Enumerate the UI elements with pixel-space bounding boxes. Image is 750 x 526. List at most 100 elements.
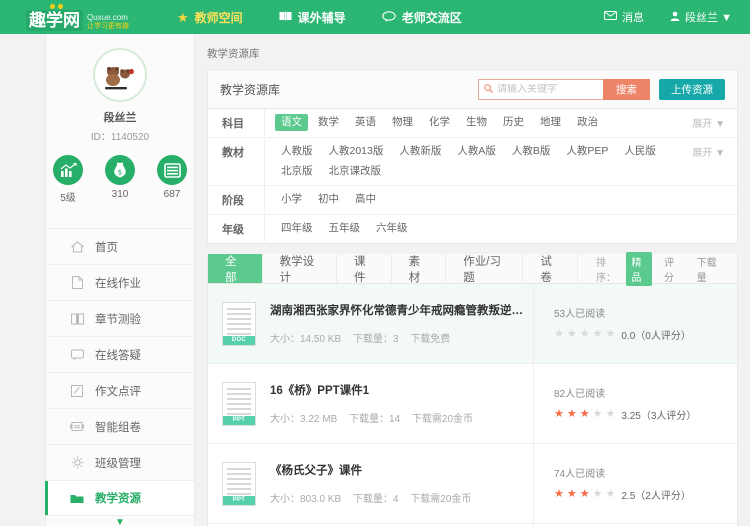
filter-option[interactable]: 人教A版	[451, 143, 502, 160]
resource-title[interactable]: 《杨氏父子》课件	[270, 462, 533, 478]
top-bar: 趣学网 Quxue.com 让学习更有趣 ★ 教师空间 课外辅导 老师交流区 消…	[0, 0, 750, 34]
site-logo[interactable]: 趣学网 Quxue.com 让学习更有趣	[26, 0, 129, 34]
sort-option-rating[interactable]: 评分	[659, 252, 685, 286]
sidebar-item-chapter-quiz[interactable]: 章节测验	[46, 300, 194, 336]
filter-option[interactable]: 历史	[497, 114, 530, 131]
filter-option[interactable]: 地理	[534, 114, 567, 131]
nav-item-tutoring[interactable]: 课外辅导	[279, 9, 346, 26]
filter-option[interactable]: 人教PEP	[560, 143, 614, 160]
star-icon[interactable]: ★	[580, 329, 590, 340]
filter-option[interactable]: 人教版	[275, 143, 319, 160]
expand-toggle[interactable]: 展开 ▼	[692, 138, 737, 159]
filter-option[interactable]: 小学	[275, 191, 308, 208]
search-icon	[484, 83, 493, 95]
sidebar-item-teaching-resources[interactable]: 教学资源	[45, 480, 194, 516]
resource-title[interactable]: 湖南湘西张家界怀化常德青少年戒网瘾管教叛逆孩子网络...	[270, 302, 533, 318]
sort-option-downloads[interactable]: 下载量	[692, 252, 725, 286]
filter-values: 小学 初中 高中	[264, 186, 737, 213]
sidebar-item-class-management[interactable]: 班级管理	[46, 444, 194, 480]
resource-item[interactable]: PPT 16《桥》PPT课件1 大小：3.22 MB 下载量：14 下载需20金…	[208, 364, 737, 444]
sidebar: 段丝兰 ID：1140520 5级 $ 310 687 首页 在线作业 章节测验…	[45, 34, 195, 526]
sidebar-item-online-homework[interactable]: 在线作业	[46, 264, 194, 300]
filter-option[interactable]: 北京版	[275, 163, 319, 180]
star-icon[interactable]: ★	[593, 489, 603, 500]
search-input[interactable]	[497, 83, 598, 95]
filter-label: 科目	[222, 118, 244, 130]
filter-option[interactable]: 人教2013版	[323, 143, 390, 160]
stat-coins[interactable]: $ 310	[101, 155, 139, 204]
star-icon[interactable]: ★	[606, 489, 616, 500]
filter-panel: 科目 语文 数学 英语 物理 化学 生物 历史 地理 政治 展开 ▼ 教材 人教…	[207, 109, 738, 244]
nav-item-teacher-space[interactable]: ★ 教师空间	[177, 9, 243, 26]
rating-score: 2.5（2人评分）	[621, 491, 691, 502]
star-icon[interactable]: ★	[580, 489, 590, 500]
filter-option[interactable]: 北京课改版	[323, 163, 388, 180]
user-menu[interactable]: 段丝兰 ▼	[670, 9, 732, 25]
sidebar-item-auto-paper[interactable]: 智能组卷	[46, 408, 194, 444]
sidebar-item-essay-review[interactable]: 作文点评	[46, 372, 194, 408]
filter-option[interactable]: 英语	[349, 114, 382, 131]
logo-mark: 趣学网	[26, 4, 83, 31]
chat-icon	[70, 349, 84, 361]
search-button[interactable]: 搜索	[603, 78, 650, 100]
resource-stats: 82人已阅读 ★ ★ ★ ★ ★ 3.25（3人评分）	[533, 364, 723, 443]
tab-lesson-plan[interactable]: 教学设计	[263, 254, 337, 284]
book-icon	[279, 11, 292, 23]
nav-item-teacher-forum[interactable]: 老师交流区	[381, 9, 462, 26]
upload-resource-button[interactable]: 上传资源	[659, 78, 725, 100]
resource-downloads: 下载量：4	[352, 494, 399, 505]
filter-option[interactable]: 人教新版	[393, 143, 447, 160]
sidebar-menu: 首页 在线作业 章节测验 在线答疑 作文点评 智能组卷 班级管理 教学资源	[45, 228, 194, 516]
sidebar-item-online-qa[interactable]: 在线答疑	[46, 336, 194, 372]
star-icon[interactable]: ★	[554, 489, 564, 500]
filter-option[interactable]: 六年级	[370, 220, 414, 237]
resource-title[interactable]: 16《桥》PPT课件1	[270, 382, 533, 398]
star-icon[interactable]: ★	[606, 329, 616, 340]
star-icon[interactable]: ★	[567, 329, 577, 340]
rating-score: 3.25（3人评分）	[621, 411, 697, 422]
user-icon	[670, 11, 680, 24]
star-icon[interactable]: ★	[554, 409, 564, 420]
chevron-down-icon: ▼	[115, 517, 125, 526]
filter-option[interactable]: 高中	[349, 191, 382, 208]
filter-option[interactable]: 语文	[275, 114, 308, 131]
sidebar-item-home[interactable]: 首页	[46, 228, 194, 264]
filter-values: 四年级 五年级 六年级	[264, 215, 737, 242]
tab-courseware[interactable]: 课件	[337, 254, 392, 284]
filter-option[interactable]: 四年级	[275, 220, 319, 237]
star-icon[interactable]: ★	[606, 409, 616, 420]
filter-label: 阶段	[222, 195, 244, 207]
tab-homework[interactable]: 作业/习题	[446, 254, 524, 284]
filter-option[interactable]: 生物	[460, 114, 493, 131]
star-icon[interactable]: ★	[567, 489, 577, 500]
stat-level[interactable]: 5级	[49, 155, 87, 204]
star-icon[interactable]: ★	[580, 409, 590, 420]
avatar[interactable]	[93, 48, 147, 102]
tab-all[interactable]: 全部	[208, 254, 263, 284]
filter-option[interactable]: 化学	[423, 114, 456, 131]
filter-option[interactable]: 物理	[386, 114, 419, 131]
sidebar-item-label: 教学资源	[95, 493, 141, 505]
filter-option[interactable]: 人民版	[618, 143, 662, 160]
filter-option[interactable]: 五年级	[323, 220, 367, 237]
filter-values: 人教版 人教2013版 人教新版 人教A版 人教B版 人教PEP 人民版 北京版…	[264, 138, 692, 185]
filter-option[interactable]: 初中	[312, 191, 345, 208]
stat-points[interactable]: 687	[153, 155, 191, 204]
tab-material[interactable]: 素材	[392, 254, 447, 284]
star-icon[interactable]: ★	[593, 329, 603, 340]
document-icon	[70, 276, 84, 289]
tab-exam-paper[interactable]: 试卷	[523, 254, 578, 284]
rating: ★ ★ ★ ★ ★ 2.5（2人评分）	[554, 487, 723, 503]
resource-item[interactable]: DOC 湖南湘西张家界怀化常德青少年戒网瘾管教叛逆孩子网络... 大小：14.5…	[208, 284, 737, 364]
resource-item[interactable]: PPT 《杨氏父子》课件 大小：803.0 KB 下载量：4 下载需20金币 7…	[208, 444, 737, 524]
filter-option[interactable]: 人教B版	[506, 143, 557, 160]
star-icon[interactable]: ★	[554, 329, 564, 340]
filter-row-grade: 年级 四年级 五年级 六年级	[208, 215, 737, 243]
star-icon[interactable]: ★	[567, 409, 577, 420]
messages-link[interactable]: 消息	[604, 9, 644, 25]
expand-toggle[interactable]: 展开 ▼	[692, 109, 737, 130]
filter-option[interactable]: 政治	[571, 114, 604, 131]
star-icon[interactable]: ★	[593, 409, 603, 420]
sort-option-featured[interactable]: 精品	[626, 251, 652, 286]
filter-option[interactable]: 数学	[312, 114, 345, 131]
